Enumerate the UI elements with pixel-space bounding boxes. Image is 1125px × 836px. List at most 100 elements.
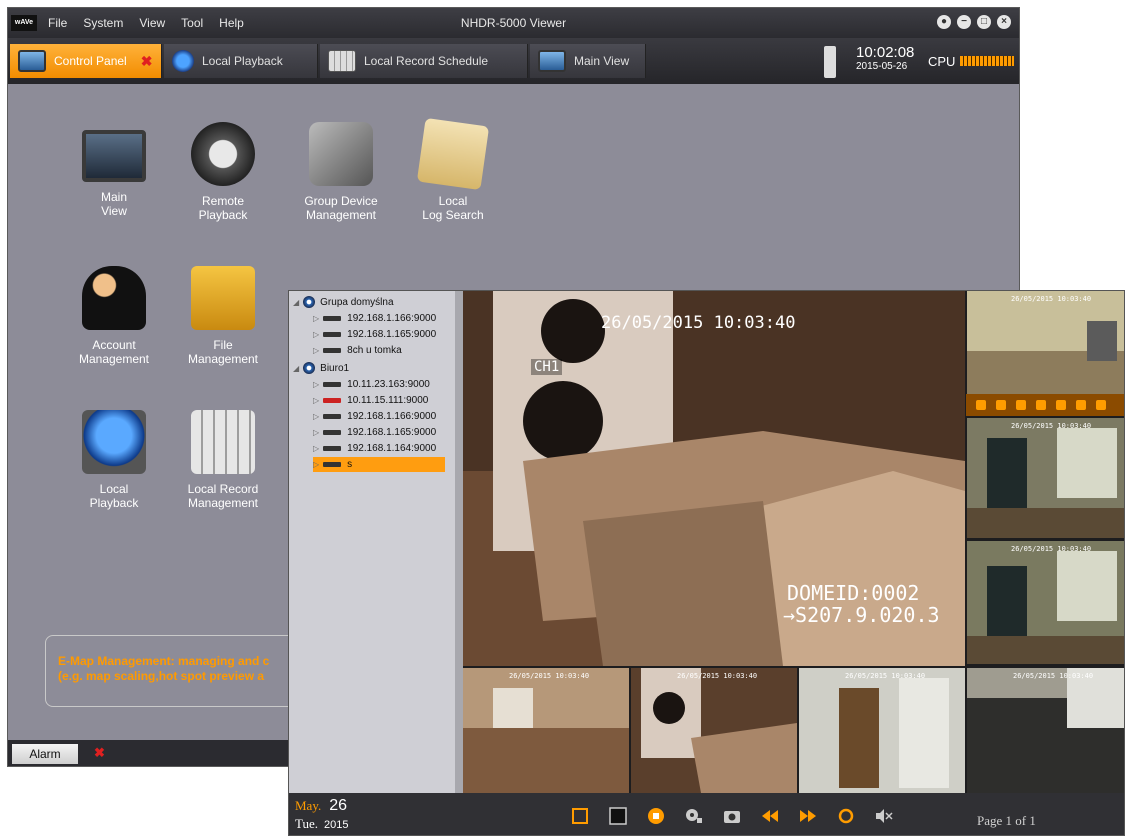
menu-tool[interactable]: Tool <box>181 16 203 30</box>
minimize-icon[interactable]: − <box>957 15 971 29</box>
local-record-management-item[interactable]: Local Record Management <box>168 410 278 510</box>
lock-icon[interactable]: ● <box>937 15 951 29</box>
rewind-icon[interactable] <box>761 807 779 825</box>
camera-group-icon <box>309 122 373 186</box>
log-document-icon <box>416 117 490 191</box>
item-label: View <box>101 204 127 218</box>
item-label: Local <box>99 482 129 496</box>
item-label: Management <box>187 352 259 366</box>
camera-thumb[interactable]: 26/05/2015 10:03:40 <box>967 291 1124 394</box>
tree-device[interactable]: ▷ 192.168.1.164:9000 <box>313 441 436 456</box>
item-label: Main <box>100 190 127 204</box>
item-label: Local Record <box>187 482 259 496</box>
close-icon[interactable]: × <box>997 15 1011 29</box>
thumb-timestamp: 26/05/2015 10:03:40 <box>1011 422 1092 430</box>
record-icon[interactable] <box>996 400 1006 410</box>
remote-playback-item[interactable]: Remote Playback <box>168 122 278 222</box>
file-management-item[interactable]: File Management <box>168 266 278 366</box>
device-name: 192.168.1.165:9000 <box>347 329 437 340</box>
audio-icon[interactable] <box>1096 400 1106 410</box>
item-label: Group Device <box>304 194 378 208</box>
group-name: Biuro1 <box>320 363 350 374</box>
tab-bar: Control Panel ✖ Local Playback Local Rec… <box>8 38 1019 84</box>
alarm-mute-icon[interactable]: ✖ <box>94 745 105 761</box>
stop-all-icon[interactable] <box>647 807 665 825</box>
tab-local-playback[interactable]: Local Playback <box>164 44 318 78</box>
tab-main-view[interactable]: Main View <box>530 44 646 78</box>
panel-splitter[interactable] <box>455 291 463 793</box>
thumb-timestamp: 26/05/2015 10:03:40 <box>677 672 758 680</box>
ptz-icon[interactable] <box>1016 400 1026 410</box>
users-icon <box>82 266 146 330</box>
tab-close-icon[interactable]: ✖ <box>141 53 153 70</box>
monitor-icon <box>18 50 46 72</box>
date-weekday: Tue. <box>295 816 319 831</box>
record-all-icon[interactable] <box>685 807 703 825</box>
camera-thumb[interactable]: 26/05/2015 10:03:40 <box>967 668 1124 793</box>
tree-device[interactable]: ▷ 192.168.1.166:9000 <box>313 311 436 326</box>
device-tree: ◢ Grupa domyślna ▷ 192.168.1.166:9000 ▷ 192… <box>289 291 455 793</box>
fast-forward-icon[interactable] <box>799 807 817 825</box>
main-view-item[interactable]: Main View <box>59 122 169 218</box>
tree-group[interactable]: ◢ Biuro1 <box>293 361 349 376</box>
tree-device[interactable]: ▷ 192.168.1.166:9000 <box>313 409 436 424</box>
title-bar: wAVe File System View Tool Help NHDR-500… <box>8 8 1019 38</box>
snapshot-icon[interactable] <box>976 400 986 410</box>
stop-icon[interactable] <box>1036 400 1046 410</box>
tree-device[interactable]: ▷ 8ch u tomka <box>313 343 402 358</box>
tab-control-panel[interactable]: Control Panel ✖ <box>10 44 162 78</box>
tab-local-record-schedule[interactable]: Local Record Schedule <box>320 44 528 78</box>
single-view-icon[interactable] <box>609 807 627 825</box>
tree-device[interactable]: ▷ 192.168.1.165:9000 <box>313 425 436 440</box>
thumb-timestamp: 26/05/2015 10:03:40 <box>1011 295 1092 303</box>
dvr-icon <box>323 429 342 435</box>
mute-icon[interactable] <box>875 807 893 825</box>
camera-thumb[interactable]: 26/05/2015 10:03:40 <box>463 668 629 793</box>
fullscreen-icon[interactable] <box>571 807 589 825</box>
tree-device[interactable]: ▷ 10.11.23.163:9000 <box>313 377 430 392</box>
snapshot-icon[interactable] <box>723 807 741 825</box>
camera-thumb[interactable]: 26/05/2015 10:03:40 <box>799 668 965 793</box>
item-label: Management <box>78 352 150 366</box>
calendar-icon <box>328 50 356 72</box>
alarm-button[interactable]: Alarm <box>12 744 78 764</box>
dvr-icon <box>323 413 342 419</box>
thumb-timestamp: 26/05/2015 10:03:40 <box>1011 545 1092 553</box>
tab-label: Control Panel <box>54 54 127 68</box>
page-indicator: Page 1 of 1 <box>977 813 1036 828</box>
maximize-icon[interactable]: □ <box>977 15 991 29</box>
account-management-item[interactable]: Account Management <box>59 266 169 366</box>
camera-thumb[interactable]: 26/05/2015 10:03:40 <box>967 541 1124 664</box>
menu-view[interactable]: View <box>139 16 165 30</box>
menu-help[interactable]: Help <box>219 16 244 30</box>
menu-system[interactable]: System <box>83 16 123 30</box>
date-year: 2015 <box>324 819 349 831</box>
device-name: 10.11.23.163:9000 <box>347 379 430 390</box>
camera-thumb[interactable]: 26/05/2015 10:03:40 <box>631 668 797 793</box>
item-label: Remote <box>201 194 245 208</box>
lock-icon[interactable] <box>1076 400 1086 410</box>
group-icon <box>303 362 316 375</box>
main-camera-view[interactable]: 26/05/2015 10:03:40 CH1 DOMEID:0002 →S20… <box>463 291 965 666</box>
group-device-management-item[interactable]: Group Device Management <box>286 122 396 222</box>
dome-position: →S207.9.020.3 <box>783 603 940 627</box>
menu-file[interactable]: File <box>48 16 67 30</box>
tree-group[interactable]: ◢ Grupa domyślna <box>293 295 394 310</box>
item-label: Management <box>187 496 259 510</box>
item-label: Playback <box>89 496 139 510</box>
device-name: 192.168.1.166:9000 <box>347 313 437 324</box>
tab-label: Local Record Schedule <box>364 54 489 68</box>
refresh-icon[interactable] <box>837 807 855 825</box>
device-name: 192.168.1.165:9000 <box>347 427 437 438</box>
tab-label: Local Playback <box>202 54 283 68</box>
camera-thumb[interactable]: 26/05/2015 10:03:40 <box>967 418 1124 538</box>
zoom-icon[interactable] <box>1056 400 1066 410</box>
tree-device[interactable]: ▷ 192.168.1.165:9000 <box>313 327 436 342</box>
local-log-search-item[interactable]: Local Log Search <box>398 117 508 222</box>
tree-device[interactable]: ▷ 10.11.15.111:9000 <box>313 393 428 408</box>
device-name: 10.11.15.111:9000 <box>347 395 429 406</box>
tree-device-selected[interactable]: ▷ s <box>313 457 445 472</box>
tab-scroll-button[interactable] <box>824 46 836 78</box>
local-playback-item[interactable]: Local Playback <box>59 410 169 510</box>
item-label: Log Search <box>422 208 484 222</box>
